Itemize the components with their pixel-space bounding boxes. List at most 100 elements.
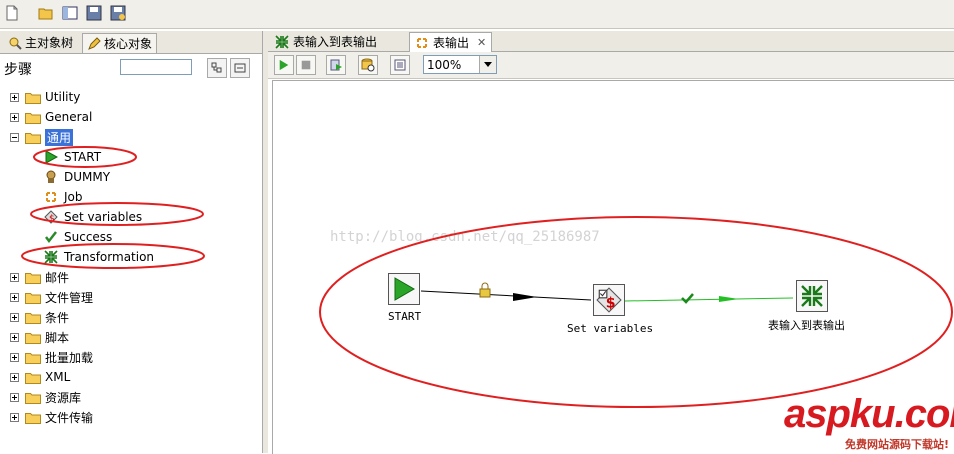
tree-step-transformation[interactable]: Transformation bbox=[44, 248, 154, 266]
svg-text:$: $ bbox=[606, 296, 616, 312]
chevron-down-icon[interactable] bbox=[479, 56, 496, 73]
tree-step-start[interactable]: START bbox=[44, 148, 101, 166]
tree-label: 文件传输 bbox=[45, 410, 94, 425]
svg-text:$: $ bbox=[49, 214, 55, 224]
brand-tagline: 免费网站源码下载站! bbox=[845, 438, 950, 451]
node-start[interactable] bbox=[388, 273, 420, 305]
expand-icon[interactable] bbox=[10, 392, 19, 402]
save-button[interactable] bbox=[84, 3, 104, 23]
tree-label: Utility bbox=[45, 90, 81, 104]
collapse-all-button[interactable] bbox=[230, 58, 250, 78]
replay-icon bbox=[330, 59, 342, 71]
lock-icon bbox=[479, 282, 491, 298]
tree-category-file-transfer[interactable]: 文件传输 bbox=[10, 408, 93, 426]
expand-icon[interactable] bbox=[10, 412, 19, 422]
tree-category-conditions[interactable]: 条件 bbox=[10, 308, 69, 326]
editor-panel: 表输入到表输出 表输出 ✕ 100% http://blog.csdn.net/… bbox=[268, 31, 954, 454]
tab-transformation[interactable]: 表输入到表输出 bbox=[270, 32, 382, 51]
tree-label: DUMMY bbox=[64, 170, 111, 184]
expand-icon[interactable] bbox=[10, 92, 19, 102]
hop-start-to-setvars bbox=[420, 290, 592, 301]
brand-logo: aspku.com bbox=[784, 392, 954, 436]
tree-category-common[interactable]: 通用 bbox=[10, 128, 74, 146]
tree-category-general[interactable]: General bbox=[10, 108, 92, 126]
main-toolbar bbox=[0, 0, 954, 29]
tree-category-xml[interactable]: XML bbox=[10, 368, 70, 386]
expand-icon[interactable] bbox=[10, 292, 19, 302]
expand-icon[interactable] bbox=[10, 312, 19, 322]
explorer-icon bbox=[62, 6, 78, 20]
folder-icon bbox=[25, 352, 41, 364]
tree-label: XML bbox=[45, 370, 71, 384]
steps-search-input[interactable] bbox=[120, 59, 192, 75]
save-as-icon bbox=[110, 5, 126, 21]
tree-label: 资源库 bbox=[45, 390, 82, 405]
tab-job[interactable]: 表输出 ✕ bbox=[409, 32, 493, 53]
expand-icon[interactable] bbox=[10, 352, 19, 362]
explore-button[interactable] bbox=[60, 3, 80, 23]
start-icon bbox=[394, 277, 415, 301]
tree-category-utility[interactable]: Utility bbox=[10, 88, 80, 106]
tree-label: Job bbox=[64, 190, 83, 204]
left-panel: 主对象树 核心对象 步骤 Utility General 通用 START DU… bbox=[0, 31, 263, 453]
node-transformation-label: 表输入到表输出 bbox=[768, 319, 845, 332]
save-as-button[interactable] bbox=[108, 3, 128, 23]
node-set-variables[interactable]: $ bbox=[593, 284, 625, 316]
open-button[interactable] bbox=[36, 3, 56, 23]
hop-setvars-to-trans bbox=[624, 297, 794, 302]
hop-arrow bbox=[513, 293, 537, 301]
folder-icon bbox=[25, 92, 41, 104]
expand-all-button[interactable] bbox=[207, 58, 227, 78]
folder-open-icon bbox=[38, 8, 53, 20]
tree-expand-icon bbox=[211, 62, 222, 73]
expand-icon[interactable] bbox=[10, 272, 19, 282]
tree-step-success[interactable]: Success bbox=[44, 228, 112, 246]
tree-category-bulk-load[interactable]: 批量加载 bbox=[10, 348, 93, 366]
check-button[interactable] bbox=[358, 55, 378, 75]
tree-category-file-management[interactable]: 文件管理 bbox=[10, 288, 93, 306]
dummy-icon bbox=[44, 170, 58, 184]
save-icon bbox=[86, 5, 102, 21]
tab-core-objects[interactable]: 核心对象 bbox=[82, 33, 158, 53]
stop-button[interactable] bbox=[296, 55, 316, 75]
play-icon bbox=[279, 59, 289, 71]
tree-step-job[interactable]: Job bbox=[44, 188, 83, 206]
editor-tabs: 表输入到表输出 表输出 ✕ bbox=[268, 31, 954, 53]
close-tab-icon[interactable]: ✕ bbox=[477, 36, 486, 49]
tree-label: 脚本 bbox=[45, 330, 70, 345]
properties-button[interactable] bbox=[390, 55, 410, 75]
node-transformation[interactable] bbox=[796, 280, 828, 312]
expand-icon[interactable] bbox=[10, 332, 19, 342]
new-file-icon bbox=[6, 5, 18, 21]
folder-icon bbox=[25, 332, 41, 344]
left-tabs: 主对象树 核心对象 bbox=[0, 31, 262, 54]
tree-step-set-variables[interactable]: $ Set variables bbox=[44, 208, 142, 226]
tree-category-repository[interactable]: 资源库 bbox=[10, 388, 81, 406]
transformation-icon bbox=[275, 34, 289, 49]
folder-icon bbox=[25, 392, 41, 404]
tab-label: 核心对象 bbox=[104, 37, 153, 51]
tree-step-dummy[interactable]: DUMMY bbox=[44, 168, 110, 186]
tree-category-mail[interactable]: 邮件 bbox=[10, 268, 69, 286]
tree-category-scripts[interactable]: 脚本 bbox=[10, 328, 69, 346]
replay-button[interactable] bbox=[326, 55, 346, 75]
folder-icon bbox=[25, 412, 41, 424]
hop-arrow-green bbox=[719, 296, 739, 302]
run-button[interactable] bbox=[274, 55, 294, 75]
tree-label: 条件 bbox=[45, 310, 70, 325]
expand-icon[interactable] bbox=[10, 372, 19, 382]
zoom-select[interactable]: 100% bbox=[423, 55, 497, 74]
tree-label: Transformation bbox=[64, 250, 155, 264]
expand-icon[interactable] bbox=[10, 112, 19, 122]
tab-main-object-tree[interactable]: 主对象树 bbox=[4, 33, 77, 52]
collapse-icon[interactable] bbox=[10, 132, 19, 142]
steps-label: 步骤 bbox=[4, 62, 32, 78]
transformation-icon bbox=[44, 250, 58, 264]
new-file-button[interactable] bbox=[2, 3, 22, 23]
tab-label: 表输出 bbox=[433, 36, 470, 50]
tree-label: 文件管理 bbox=[45, 290, 94, 305]
steps-row: 步骤 bbox=[0, 55, 262, 81]
tab-label: 表输入到表输出 bbox=[293, 35, 378, 49]
folder-icon bbox=[25, 272, 41, 284]
start-icon bbox=[44, 150, 58, 164]
